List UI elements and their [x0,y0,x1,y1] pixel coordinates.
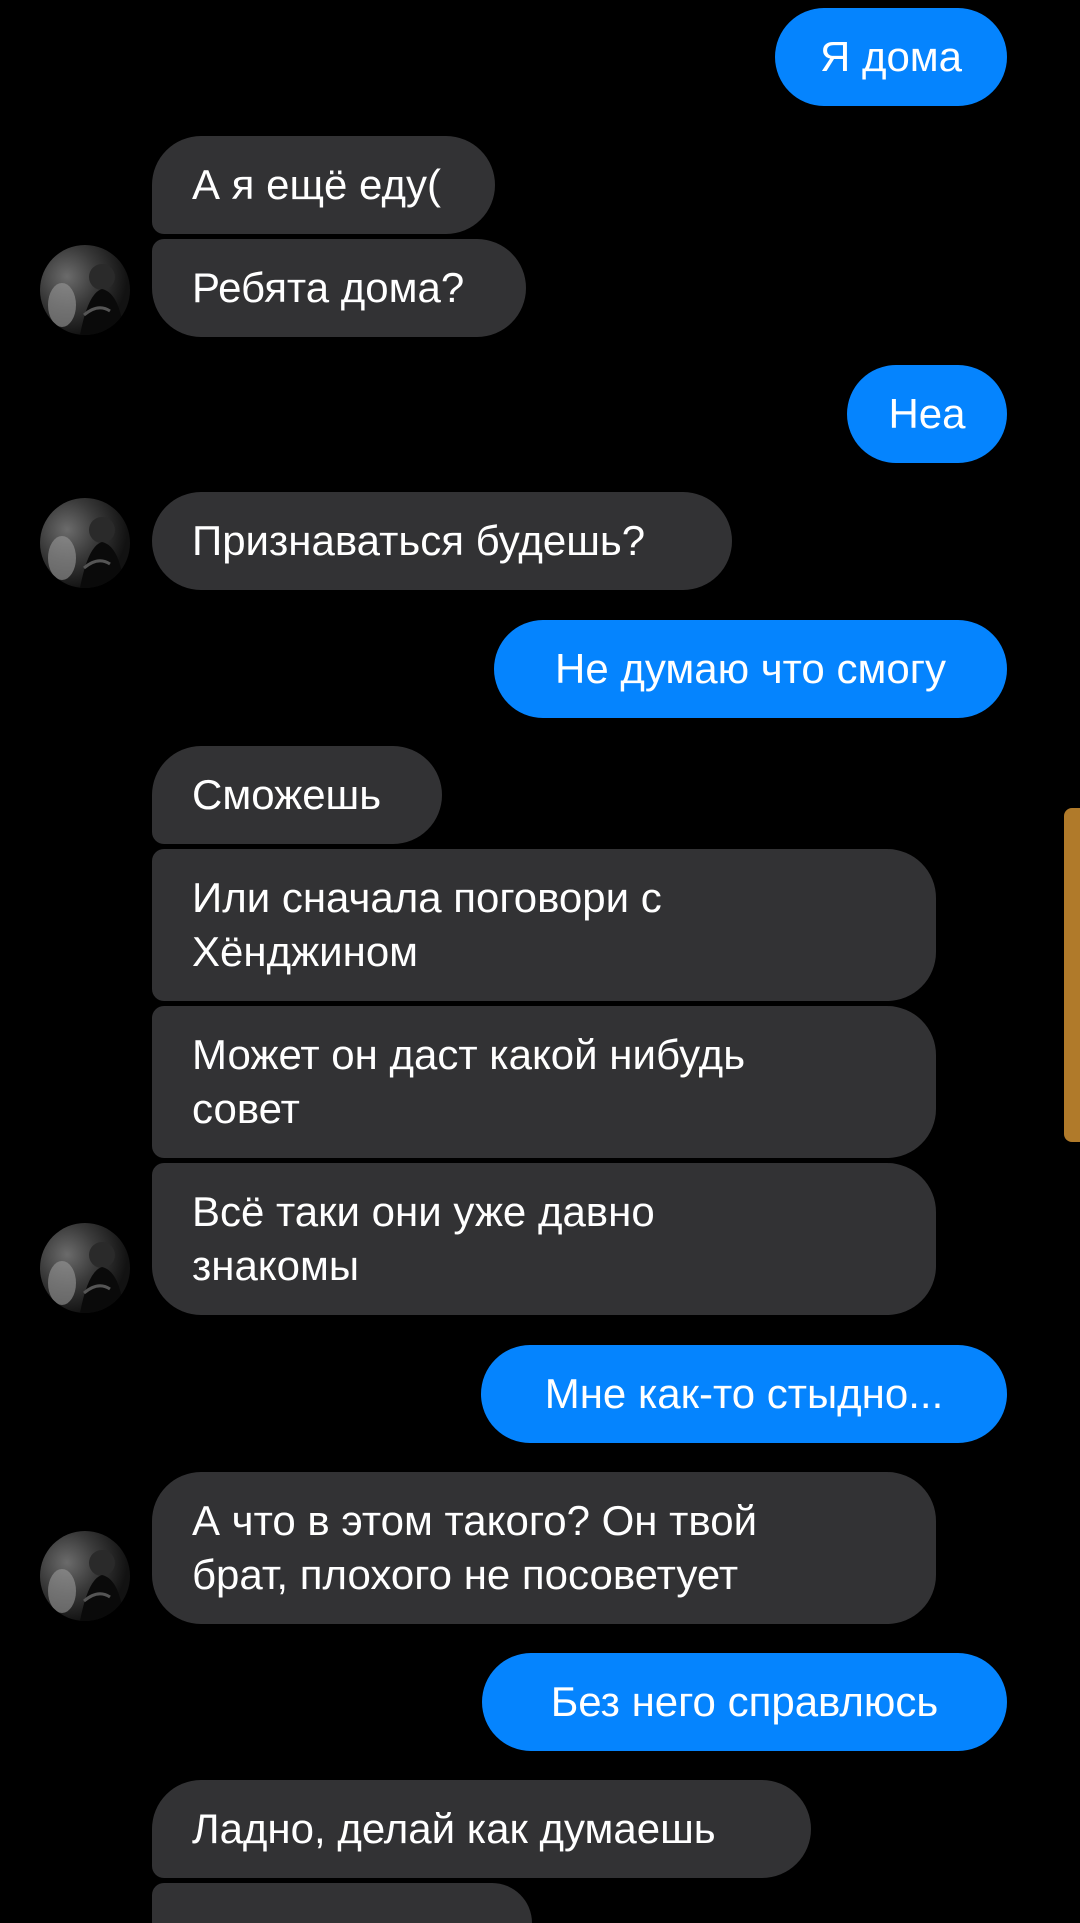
message-bubble-incoming-partial[interactable] [152,1883,532,1923]
contact-photo-icon [48,1242,124,1313]
contact-photo-icon [48,1550,124,1621]
message-bubble-incoming[interactable]: Ладно, делай как думаешь [152,1780,811,1878]
contact-avatar[interactable] [40,498,130,588]
message-bubble-outgoing[interactable]: Мне как-то стыдно... [481,1345,1007,1443]
message-bubble-incoming[interactable]: Может он даст какой нибудь совет [152,1006,936,1158]
message-bubble-outgoing[interactable]: Не думаю что смогу [494,620,1007,718]
message-bubble-outgoing[interactable]: Без него справлюсь [482,1653,1007,1751]
contact-photo-icon [48,517,124,588]
message-bubble-incoming[interactable]: Сможешь [152,746,442,844]
message-bubble-incoming[interactable]: А я ещё еду( [152,136,495,234]
contact-avatar[interactable] [40,1223,130,1313]
message-bubble-incoming[interactable]: Ребята дома? [152,239,526,337]
message-bubble-incoming[interactable]: Признаваться будешь? [152,492,732,590]
message-bubble-outgoing[interactable]: Неа [847,365,1007,463]
message-bubble-incoming[interactable]: А что в этом такого? Он твой брат, плохо… [152,1472,936,1624]
message-bubble-outgoing[interactable]: Я дома [775,8,1007,106]
message-bubble-incoming[interactable]: Всё таки они уже давно знакомы [152,1163,936,1315]
message-bubble-incoming[interactable]: Или сначала поговори с Хёнджином [152,849,936,1001]
scroll-indicator[interactable] [1064,808,1080,1142]
contact-avatar[interactable] [40,1531,130,1621]
contact-avatar[interactable] [40,245,130,335]
contact-photo-icon [48,264,124,335]
